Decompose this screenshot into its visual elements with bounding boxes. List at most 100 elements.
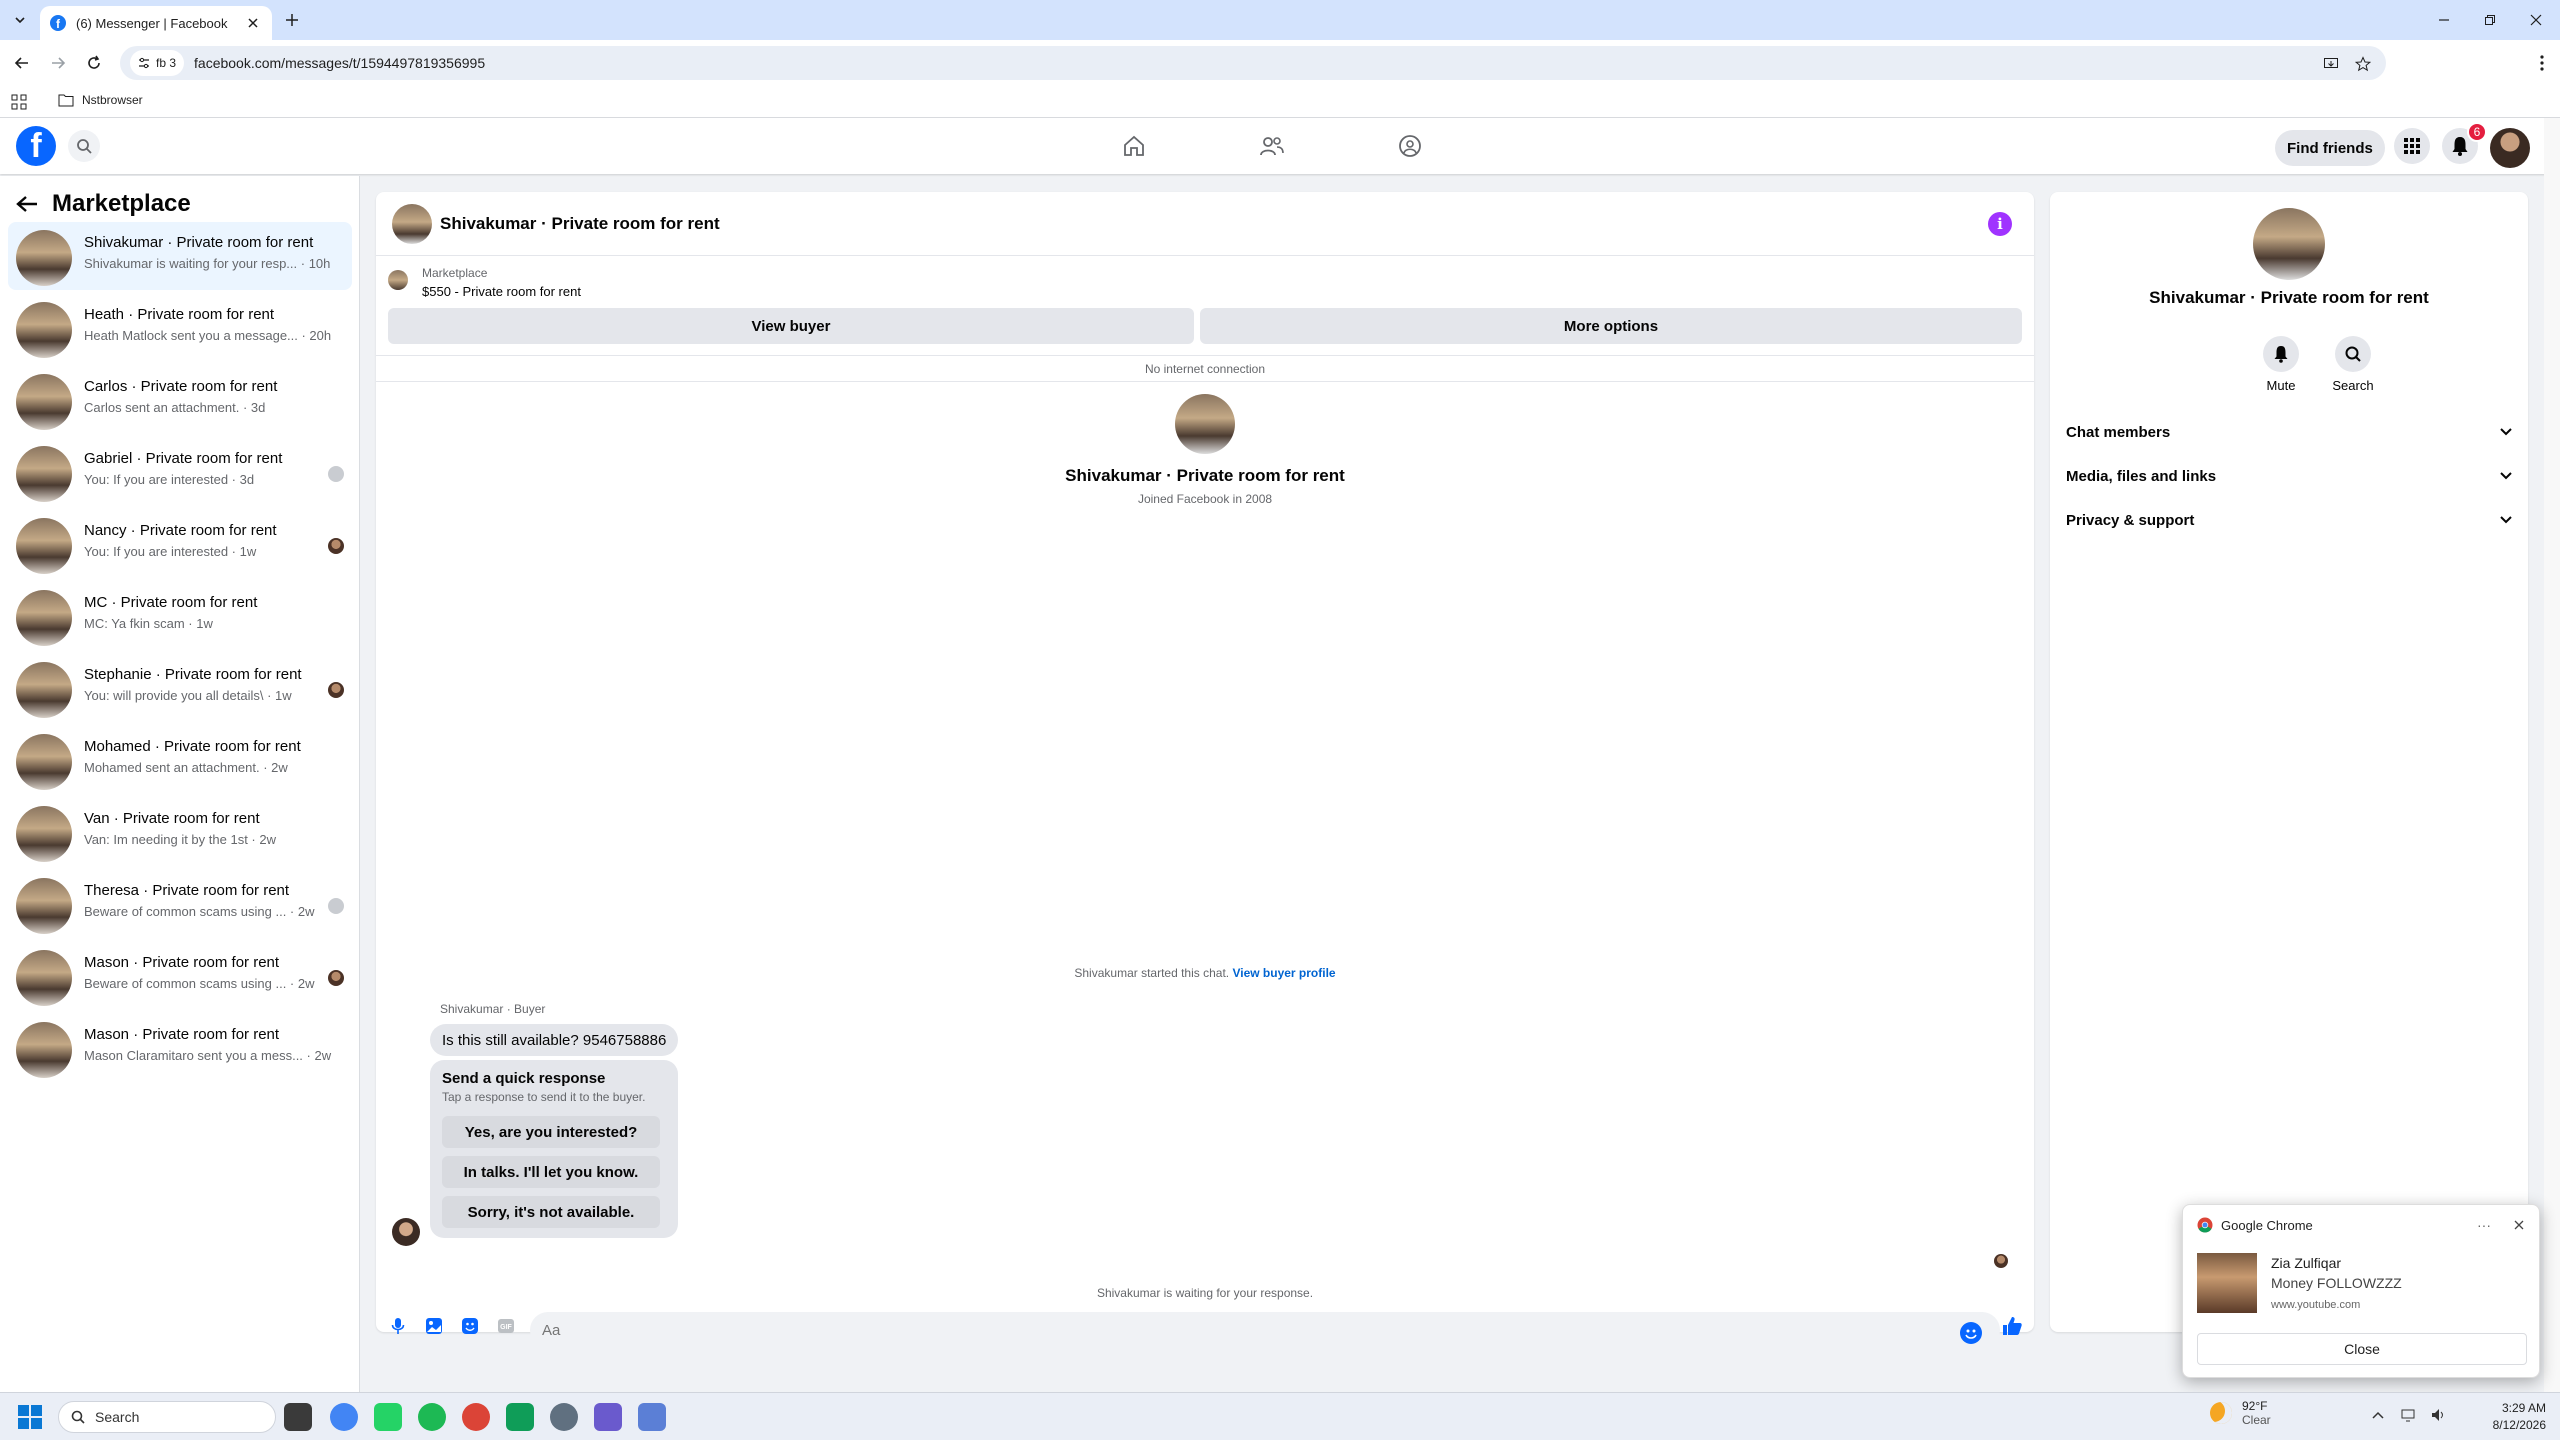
media-files-links-section[interactable]: Media, files and links [2066, 464, 2512, 488]
conversation-thumbnail [16, 806, 72, 862]
bookmark-folder[interactable]: Nstbrowser [58, 93, 143, 107]
menu-grid-icon[interactable] [2394, 128, 2430, 164]
chrome-notification[interactable]: Google Chrome ··· Zia Zulfiqar Money FOL… [2182, 1204, 2540, 1378]
view-buyer-button[interactable]: View buyer [388, 308, 1194, 344]
connection-status: No internet connection [376, 356, 2034, 382]
conversation-item[interactable]: Carlos · Private room for rent Carlos sen… [8, 366, 352, 434]
seen-avatar [328, 898, 344, 914]
sticker-icon[interactable] [460, 1316, 480, 1336]
close-tab-icon[interactable] [244, 14, 262, 32]
conversation-item[interactable]: Heath · Private room for rent Heath Matlo… [8, 294, 352, 362]
file-explorer-icon[interactable] [284, 1403, 312, 1431]
app-icon[interactable] [594, 1403, 622, 1431]
facebook-logo-icon[interactable]: f [16, 126, 56, 166]
chrome-taskbar-icon[interactable] [330, 1403, 358, 1431]
info-icon[interactable]: i [1988, 212, 2012, 236]
message-input[interactable] [530, 1312, 2000, 1348]
conversation-item[interactable]: Van · Private room for rent Van: Im needi… [8, 798, 352, 866]
new-tab-icon[interactable] [282, 10, 302, 30]
conversation-item[interactable]: MC · Private room for rent MC: Ya fkin sc… [8, 582, 352, 650]
page-scrollbar[interactable] [2544, 118, 2560, 1392]
search-icon[interactable] [68, 130, 100, 162]
quick-response-card: Send a quick response Tap a response to … [430, 1060, 678, 1238]
sheets-icon[interactable] [506, 1403, 534, 1431]
bookmark-star-icon[interactable] [2354, 55, 2372, 73]
like-thumbs-up-icon[interactable] [2000, 1314, 2024, 1338]
quick-reply-button[interactable]: In talks. I'll let you know. [442, 1156, 660, 1188]
close-window-icon[interactable] [2526, 10, 2546, 30]
view-buyer-profile-link[interactable]: View buyer profile [1232, 966, 1335, 980]
address-bar[interactable]: fb 3 facebook.com/messages/t/15944978193… [120, 46, 2386, 80]
browser-menu-icon[interactable] [2532, 53, 2552, 73]
emoji-icon[interactable] [1960, 1322, 1982, 1344]
notification-close-icon[interactable] [2511, 1217, 2527, 1233]
photo-icon[interactable] [424, 1316, 444, 1336]
quick-response-subtitle: Tap a response to send it to the buyer. [442, 1090, 646, 1104]
notification-close-button[interactable]: Close [2197, 1333, 2527, 1365]
whatsapp-icon[interactable] [374, 1403, 402, 1431]
info-avatar[interactable] [2253, 208, 2325, 280]
tray-chevron-icon[interactable] [2370, 1407, 2386, 1423]
network-icon[interactable] [2400, 1407, 2416, 1423]
weather-widget[interactable]: 92°F Clear [2210, 1399, 2271, 1427]
apps-grid-icon[interactable] [11, 94, 27, 110]
bell-icon[interactable] [2263, 336, 2299, 372]
reload-icon[interactable] [84, 53, 104, 73]
windows-start-icon[interactable] [18, 1405, 42, 1429]
microphone-icon[interactable] [388, 1316, 408, 1336]
volume-icon[interactable] [2430, 1407, 2446, 1423]
install-app-icon[interactable] [2322, 55, 2340, 73]
conversation-snippet: MC: Ya fkin scam · 1w [84, 616, 213, 631]
conversation-thumbnail [16, 734, 72, 790]
chrome-profile-icon[interactable] [462, 1403, 490, 1431]
conversation-item[interactable]: Mason · Private room for rent Beware of c… [8, 942, 352, 1010]
settings-gear-icon[interactable] [550, 1403, 578, 1431]
chat-members-section[interactable]: Chat members [2066, 420, 2512, 444]
conversation-item[interactable]: Stephanie · Private room for rent You: wi… [8, 654, 352, 722]
conversation-thumbnail [16, 662, 72, 718]
conversation-item[interactable]: Theresa · Private room for rent Beware of… [8, 870, 352, 938]
spotify-icon[interactable] [418, 1403, 446, 1431]
intro-avatar[interactable] [1175, 394, 1235, 454]
site-info-chip[interactable]: fb 3 [130, 50, 185, 76]
conversation-snippet: Heath Matlock sent you a message... · 20… [84, 328, 332, 343]
browser-tab[interactable]: f (6) Messenger | Facebook [40, 6, 272, 40]
listing-thumbnail[interactable] [388, 270, 408, 290]
conversation-item[interactable]: Shivakumar · Private room for rent Shivak… [8, 222, 352, 290]
conversation-item[interactable]: Nancy · Private room for rent You: If you… [8, 510, 352, 578]
minimize-icon[interactable] [2434, 10, 2454, 30]
friends-icon[interactable] [1256, 130, 1288, 162]
privacy-support-section[interactable]: Privacy & support [2066, 508, 2512, 532]
back-arrow-icon[interactable] [16, 195, 38, 213]
tab-search-icon[interactable] [8, 8, 32, 32]
search-action[interactable]: Search [2323, 336, 2383, 393]
back-icon[interactable] [12, 53, 32, 73]
profile-avatar[interactable] [2490, 128, 2530, 168]
buyer-avatar[interactable] [392, 1218, 420, 1246]
quick-reply-button[interactable]: Yes, are you interested? [442, 1116, 660, 1148]
chat-title[interactable]: Shivakumar · Private room for rent [440, 214, 720, 234]
restore-icon[interactable] [2480, 10, 2500, 30]
notification-more-icon[interactable]: ··· [2477, 1217, 2491, 1233]
system-clock[interactable]: 3:29 AM 8/12/2026 [2460, 1400, 2546, 1434]
taskbar-search[interactable]: Search [58, 1401, 276, 1433]
mute-action[interactable]: Mute [2251, 336, 2311, 393]
conversation-snippet: You: will provide you all details\ · 1w [84, 688, 292, 703]
conversation-item[interactable]: Gabriel · Private room for rent You: If y… [8, 438, 352, 506]
forward-icon[interactable] [48, 53, 68, 73]
gif-icon[interactable]: GIF [496, 1316, 516, 1336]
quick-reply-button[interactable]: Sorry, it's not available. [442, 1196, 660, 1228]
conversation-item[interactable]: Mohamed · Private room for rent Mohamed s… [8, 726, 352, 794]
search-icon[interactable] [2335, 336, 2371, 372]
conversation-snippet: Mason Claramitaro sent you a mess... · 2… [84, 1048, 332, 1063]
listing-price-title[interactable]: $550 - Private room for rent [422, 284, 581, 299]
nstbrowser-icon[interactable] [638, 1403, 666, 1431]
home-icon[interactable] [1118, 130, 1150, 162]
conversation-name: Theresa · Private room for rent [84, 882, 290, 899]
find-friends-button[interactable]: Find friends [2275, 130, 2385, 166]
chat-avatar[interactable] [392, 204, 432, 244]
groups-icon[interactable] [1394, 130, 1426, 162]
conversation-name: Mason · Private room for rent [84, 1026, 280, 1043]
conversation-item[interactable]: Mason · Private room for rent Mason Clara… [8, 1014, 352, 1082]
more-options-button[interactable]: More options [1200, 308, 2022, 344]
